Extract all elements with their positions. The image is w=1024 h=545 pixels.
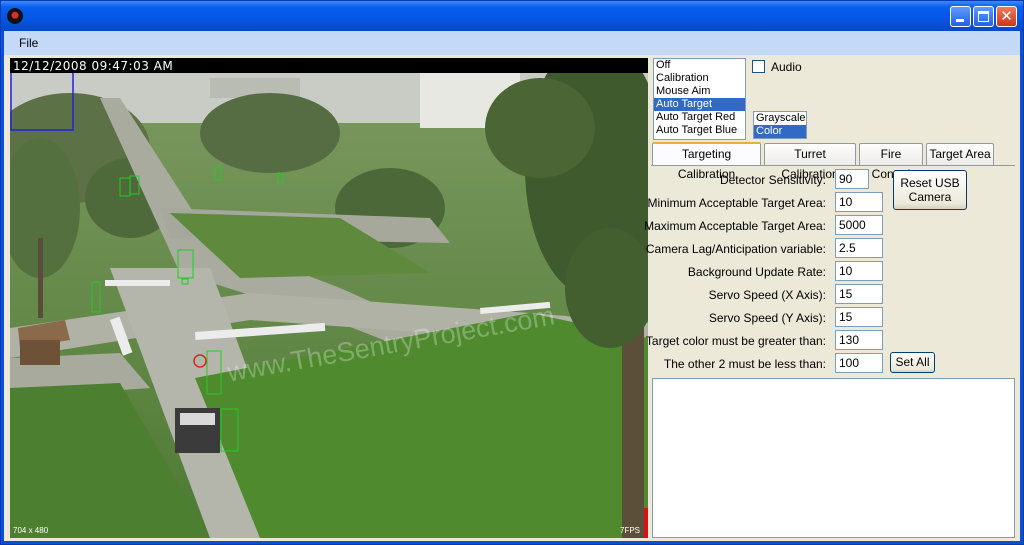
tab-targeting-calibration[interactable]: Targeting Calibration	[652, 142, 761, 181]
reset-usb-camera-button[interactable]: Reset USB Camera	[893, 170, 967, 210]
camera-fps: 7FPS	[619, 526, 640, 535]
app-icon[interactable]	[7, 8, 23, 24]
label-min-target-area: Minimum Acceptable Target Area:	[647, 196, 826, 210]
color-option-color[interactable]: Color	[754, 125, 806, 138]
menu-file[interactable]: File	[19, 36, 38, 50]
tab-target-area[interactable]: Target Area	[926, 143, 994, 165]
audio-label[interactable]: Audio	[771, 60, 802, 74]
reset-usb-camera-label-line1: Reset USB	[900, 176, 960, 190]
close-icon: ✕	[1000, 8, 1013, 25]
app-window: ✕ File 12/12/2008 09:47:03 AM www.TheSen…	[0, 0, 1024, 545]
mode-option-off[interactable]: Off	[654, 59, 745, 72]
title-bar[interactable]: ✕	[1, 1, 1023, 31]
menu-bar: File	[4, 31, 1020, 55]
input-target-color-threshold[interactable]: 130	[835, 330, 883, 350]
color-mode-listbox[interactable]: Grayscale Color	[753, 111, 807, 139]
reset-usb-camera-label-line2: Camera	[908, 190, 952, 204]
camera-timestamp: 12/12/2008 09:47:03 AM	[13, 59, 174, 73]
input-servo-speed-y[interactable]: 15	[835, 307, 883, 327]
mode-option-auto-target-red[interactable]: Auto Target Red	[654, 111, 745, 124]
tab-turret-calibration[interactable]: Turret Calibration	[764, 143, 856, 181]
label-servo-speed-x: Servo Speed (X Axis):	[708, 288, 826, 302]
camera-resolution: 704 x 480	[13, 526, 49, 535]
label-servo-speed-y: Servo Speed (Y Axis):	[708, 311, 826, 325]
label-target-color-threshold: Target color must be greater than:	[645, 334, 826, 348]
minimize-icon	[956, 19, 964, 22]
camera-view[interactable]: 12/12/2008 09:47:03 AM www.TheSentryProj…	[10, 58, 648, 538]
output-log-textbox[interactable]	[652, 378, 1015, 538]
color-option-grayscale[interactable]: Grayscale	[754, 112, 806, 125]
camera-scene	[10, 58, 648, 538]
label-detector-sensitivity: Detector Sensitivity:	[719, 173, 826, 187]
mode-option-auto-target-blue[interactable]: Auto Target Blue	[654, 124, 745, 137]
label-camera-lag: Camera Lag/Anticipation variable:	[645, 242, 826, 256]
input-background-update-rate[interactable]: 10	[835, 261, 883, 281]
mode-option-mouse-aim[interactable]: Mouse Aim	[654, 85, 745, 98]
input-detector-sensitivity[interactable]: 90	[835, 169, 869, 189]
maximize-button[interactable]	[973, 6, 994, 27]
set-all-button[interactable]: Set All	[890, 352, 935, 373]
maximize-icon	[978, 11, 989, 22]
input-other-colors-threshold[interactable]: 100	[835, 353, 883, 373]
input-camera-lag[interactable]: 2.5	[835, 238, 883, 258]
mode-listbox[interactable]: Off Calibration Mouse Aim Auto Target Au…	[653, 58, 746, 140]
tab-fire-control[interactable]: Fire Control	[859, 143, 923, 181]
input-max-target-area[interactable]: 5000	[835, 215, 883, 235]
input-servo-speed-x[interactable]: 15	[835, 284, 883, 304]
audio-checkbox[interactable]	[752, 60, 765, 73]
label-max-target-area: Maximum Acceptable Target Area:	[644, 219, 826, 233]
label-background-update-rate: Background Update Rate:	[687, 265, 826, 279]
label-other-colors-threshold: The other 2 must be less than:	[663, 357, 826, 371]
mode-option-auto-target[interactable]: Auto Target	[654, 98, 745, 111]
minimize-button[interactable]	[950, 6, 971, 27]
main-client-area: 12/12/2008 09:47:03 AM www.TheSentryProj…	[4, 55, 1020, 541]
tab-panel-border	[651, 165, 1015, 166]
input-min-target-area[interactable]: 10	[835, 192, 883, 212]
close-button[interactable]: ✕	[996, 6, 1017, 27]
mode-option-calibration[interactable]: Calibration	[654, 72, 745, 85]
